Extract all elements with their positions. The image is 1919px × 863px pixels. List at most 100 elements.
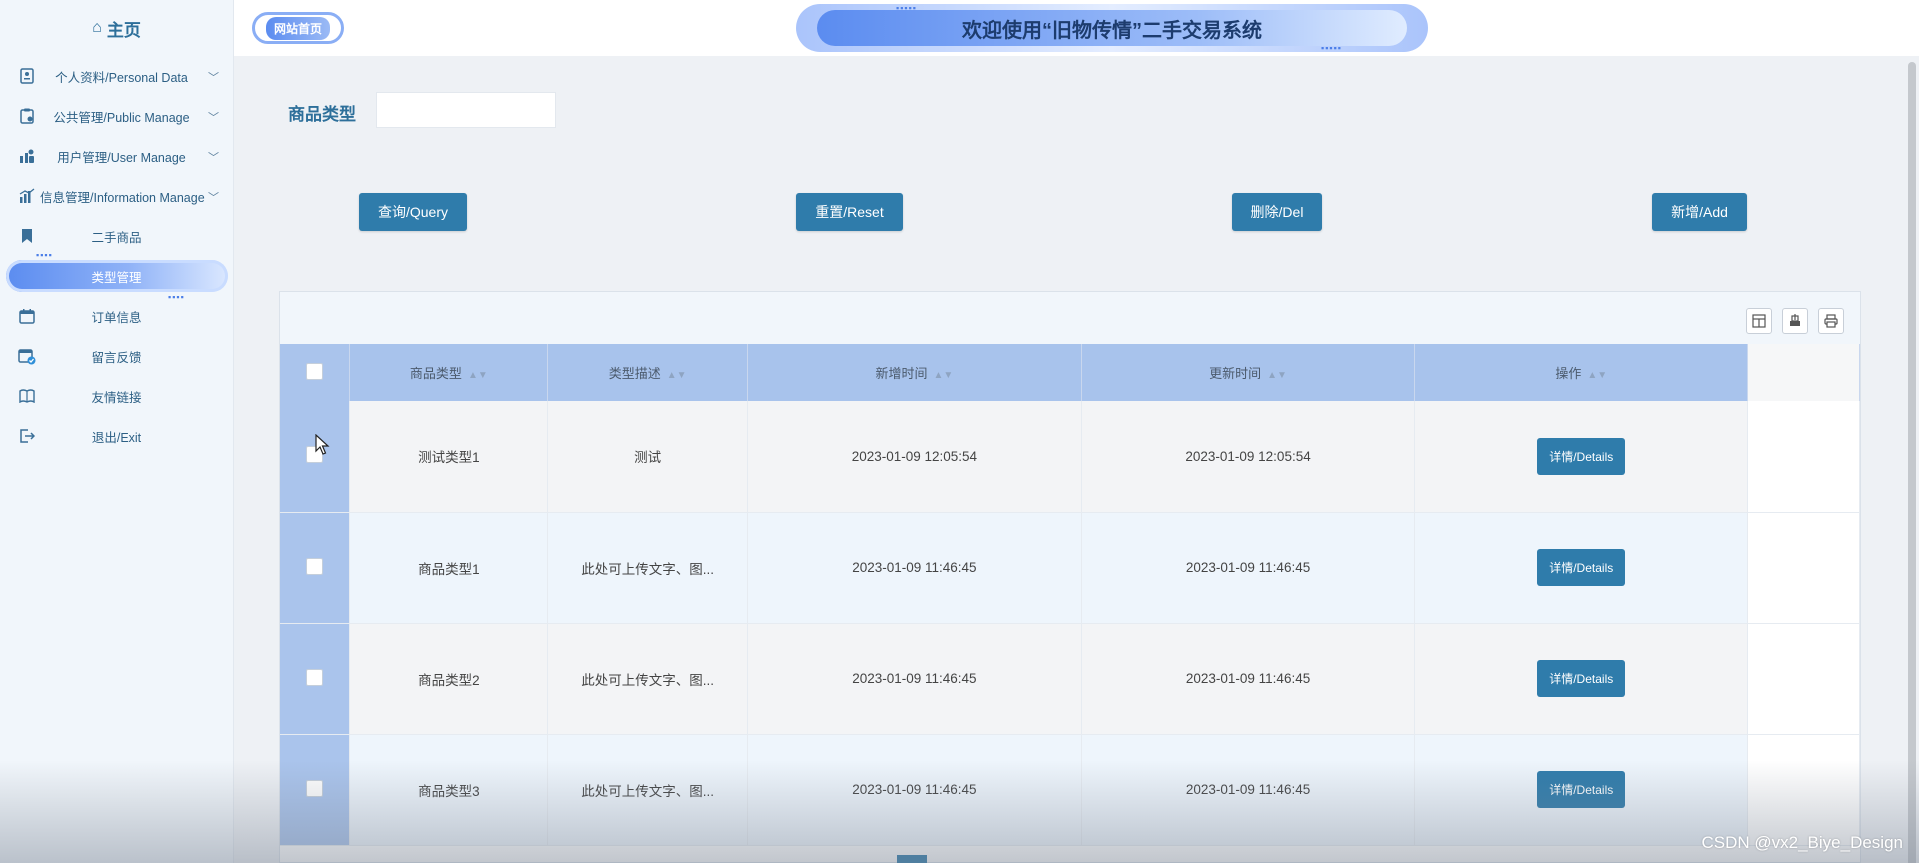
cell-created: 2023-01-09 11:46:45 bbox=[747, 623, 1082, 735]
clipboard-icon bbox=[18, 107, 36, 125]
table-row: 商品类型1 此处可上传文字、图... 2023-01-09 11:46:45 2… bbox=[280, 512, 1860, 624]
decorative-dots: ▪▪▪▪▪ bbox=[896, 3, 917, 13]
cell-created: 2023-01-09 12:05:54 bbox=[747, 401, 1082, 513]
sidebar-item-label: 退出/Exit bbox=[91, 430, 142, 445]
row-checkbox[interactable] bbox=[306, 668, 324, 686]
site-home-button[interactable]: 网站首页 bbox=[252, 12, 344, 44]
sidebar-item-label: 公共管理/Public Manage bbox=[53, 110, 190, 125]
watermark-text: CSDN @vx2_Biye_Design bbox=[1701, 833, 1903, 852]
sidebar-item-label: 二手商品 bbox=[91, 230, 142, 245]
table-panel: 商品类型 ▲▼ 类型描述 ▲▼ 新增时间 ▲▼ 更新时间 ▲▼ 操作 ▲▼ 测试类型1 测… bbox=[279, 291, 1861, 863]
select-all-checkbox[interactable] bbox=[306, 362, 324, 380]
sidebar-home-link[interactable]: ⌂ 主页 bbox=[0, 0, 233, 56]
home-icon: ⌂ bbox=[92, 19, 102, 36]
row-filler bbox=[1747, 734, 1860, 846]
sidebar-item-type-manage[interactable]: ▪▪▪▪ ▪▪▪▪ 类型管理 bbox=[0, 250, 233, 302]
sidebar-item-label: 用户管理/User Manage bbox=[57, 150, 186, 165]
column-header-actions[interactable]: 操作 ▲▼ bbox=[1414, 344, 1749, 401]
mouse-cursor-icon bbox=[315, 434, 330, 455]
sidebar-item-information-manage[interactable]: 信息管理/Information Manage ﹀ bbox=[0, 176, 233, 216]
table-header-row: 商品类型 ▲▼ 类型描述 ▲▼ 新增时间 ▲▼ 更新时间 ▲▼ 操作 ▲▼ bbox=[280, 344, 1860, 401]
pagination-current-page[interactable] bbox=[897, 855, 927, 863]
cell-type: 测试类型1 bbox=[349, 401, 549, 513]
sidebar-item-user-manage[interactable]: 用户管理/User Manage ﹀ bbox=[0, 136, 233, 176]
id-card-icon bbox=[18, 67, 36, 85]
cell-type: 商品类型2 bbox=[349, 623, 549, 735]
sort-icon[interactable]: ▲▼ bbox=[1587, 370, 1607, 381]
sidebar-home-label: 主页 bbox=[106, 20, 141, 40]
column-header-type[interactable]: 商品类型 ▲▼ bbox=[349, 344, 549, 401]
cell-created: 2023-01-09 11:46:45 bbox=[747, 734, 1082, 846]
cell-updated: 2023-01-09 11:46:45 bbox=[1081, 512, 1416, 624]
cell-type: 商品类型3 bbox=[349, 734, 549, 846]
banner-title: 欢迎使用“旧物传情”二手交易系统 bbox=[962, 19, 1262, 42]
print-icon[interactable] bbox=[1818, 308, 1844, 334]
cell-actions: 详情/Details bbox=[1414, 401, 1749, 513]
table-row: 测试类型1 测试 2023-01-09 12:05:54 2023-01-09 … bbox=[280, 401, 1860, 513]
row-select-cell bbox=[280, 734, 351, 846]
cell-description: 此处可上传文字、图... bbox=[547, 512, 749, 624]
query-button[interactable]: 查询/Query bbox=[359, 193, 467, 231]
site-home-label: 网站首页 bbox=[265, 16, 330, 40]
row-select-cell bbox=[280, 401, 351, 513]
cell-updated: 2023-01-09 11:46:45 bbox=[1081, 623, 1416, 735]
sidebar-item-secondhand-goods[interactable]: 二手商品 bbox=[0, 216, 233, 256]
columns-icon[interactable] bbox=[1746, 308, 1772, 334]
row-checkbox[interactable] bbox=[306, 779, 324, 797]
chevron-down-icon: ﹀ bbox=[208, 152, 219, 164]
row-select-cell bbox=[280, 623, 351, 735]
header-filler bbox=[1747, 344, 1860, 401]
product-type-search-input[interactable] bbox=[376, 92, 556, 128]
column-header-description[interactable]: 类型描述 ▲▼ bbox=[547, 344, 749, 401]
details-button[interactable]: 详情/Details bbox=[1537, 437, 1626, 475]
user-chart-icon bbox=[18, 147, 36, 165]
select-all-cell bbox=[280, 344, 351, 401]
row-filler bbox=[1747, 512, 1860, 624]
sidebar-item-public-manage[interactable]: 公共管理/Public Manage ﹀ bbox=[0, 96, 233, 136]
reset-button[interactable]: 重置/Reset bbox=[796, 193, 903, 231]
details-button[interactable]: 详情/Details bbox=[1537, 549, 1626, 586]
sidebar-item-order-info[interactable]: 订单信息 bbox=[0, 296, 233, 336]
add-button[interactable]: 新增/Add bbox=[1652, 193, 1747, 231]
decorative-dots: ▪▪▪▪▪ bbox=[1321, 43, 1342, 53]
cell-description: 测试 bbox=[547, 401, 749, 513]
column-header-created[interactable]: 新增时间 ▲▼ bbox=[747, 344, 1082, 401]
row-filler bbox=[1747, 401, 1860, 513]
bookmark-icon bbox=[18, 227, 36, 245]
details-button[interactable]: 详情/Details bbox=[1537, 660, 1626, 697]
sidebar-item-friend-links[interactable]: 友情链接 bbox=[0, 376, 233, 416]
top-header: 网站首页 ▪▪▪▪▪ 欢迎使用“旧物传情”二手交易系统 ▪▪▪▪▪ bbox=[234, 0, 1919, 56]
sidebar: ⌂ 主页 个人资料/Personal Data ﹀ 公共管理/Public Ma… bbox=[0, 0, 234, 863]
calendar-check-icon bbox=[18, 347, 36, 365]
cell-updated: 2023-01-09 12:05:54 bbox=[1081, 401, 1416, 513]
sort-icon[interactable]: ▲▼ bbox=[933, 370, 953, 381]
sidebar-item-label: 友情链接 bbox=[91, 390, 142, 405]
table-row: 商品类型2 此处可上传文字、图... 2023-01-09 11:46:45 2… bbox=[280, 623, 1860, 735]
sidebar-item-label: 个人资料/Personal Data bbox=[55, 70, 188, 85]
export-icon[interactable] bbox=[1782, 308, 1808, 334]
sort-icon[interactable]: ▲▼ bbox=[468, 370, 488, 381]
row-filler bbox=[1747, 623, 1860, 735]
details-button[interactable]: 详情/Details bbox=[1537, 771, 1626, 808]
row-checkbox[interactable] bbox=[306, 557, 324, 575]
chevron-down-icon: ﹀ bbox=[208, 112, 219, 124]
search-label: 商品类型 bbox=[288, 105, 356, 124]
cell-description: 此处可上传文字、图... bbox=[547, 734, 749, 846]
sidebar-item-exit[interactable]: 退出/Exit bbox=[0, 416, 233, 456]
chevron-down-icon: ﹀ bbox=[208, 72, 219, 84]
table-toolbar bbox=[280, 292, 1860, 344]
column-header-updated[interactable]: 更新时间 ▲▼ bbox=[1081, 344, 1416, 401]
sidebar-item-label: 信息管理/Information Manage bbox=[40, 190, 205, 205]
sidebar-item-label: 订单信息 bbox=[91, 310, 142, 325]
chevron-down-icon: ﹀ bbox=[208, 192, 219, 204]
sidebar-item-personal-data[interactable]: 个人资料/Personal Data ﹀ bbox=[0, 56, 233, 96]
vertical-scrollbar[interactable] bbox=[1905, 56, 1919, 863]
sidebar-item-label: 类型管理 bbox=[91, 270, 142, 285]
sort-icon[interactable]: ▲▼ bbox=[1267, 370, 1287, 381]
decorative-dots: ▪▪▪▪ bbox=[36, 250, 53, 260]
delete-button[interactable]: 删除/Del bbox=[1232, 193, 1322, 231]
scrollbar-thumb[interactable] bbox=[1908, 62, 1916, 863]
sort-icon[interactable]: ▲▼ bbox=[667, 370, 687, 381]
cell-created: 2023-01-09 11:46:45 bbox=[747, 512, 1082, 624]
sidebar-item-feedback[interactable]: 留言反馈 bbox=[0, 336, 233, 376]
